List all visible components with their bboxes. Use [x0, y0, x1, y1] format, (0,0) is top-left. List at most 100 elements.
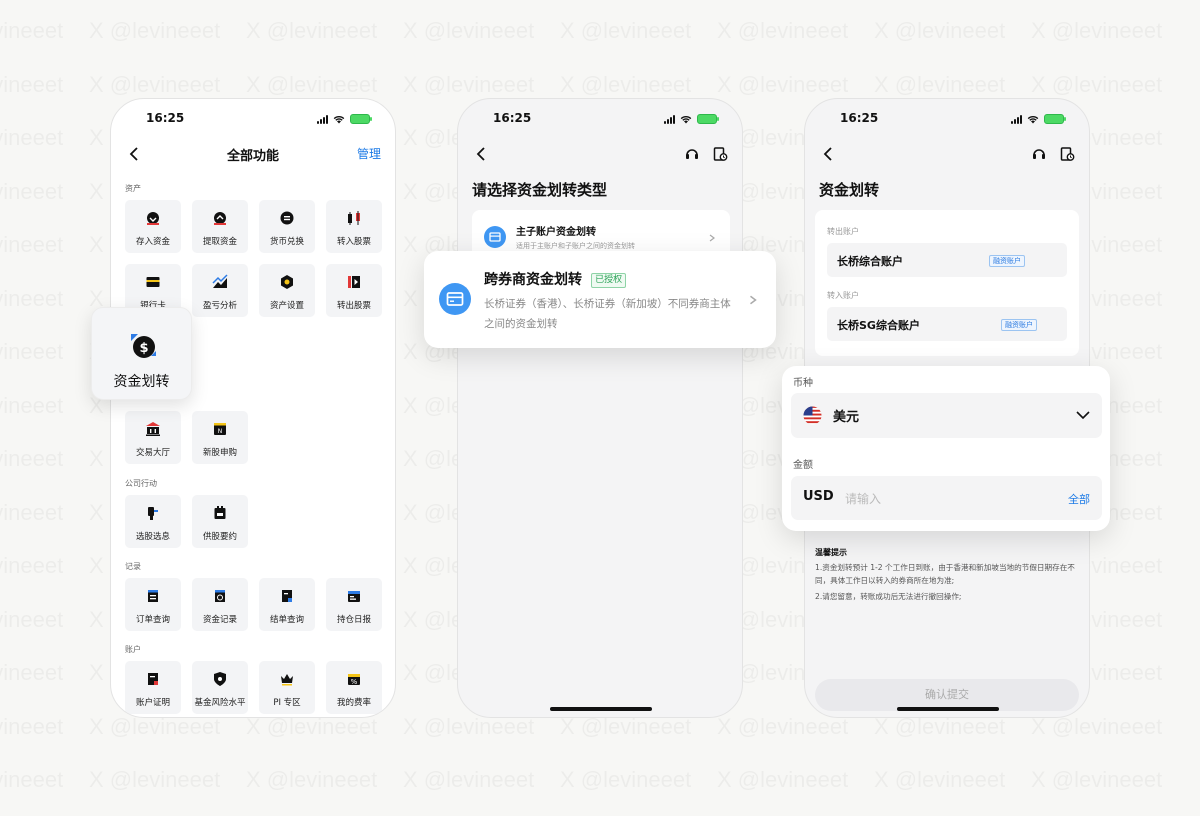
all-amount-button[interactable]: 全部	[1068, 491, 1090, 507]
card-transfer-icon	[484, 226, 506, 248]
status-time: 16:25	[146, 111, 185, 125]
watermark-text: X @levineeet	[874, 18, 1005, 44]
back-icon[interactable]	[474, 146, 490, 162]
option-desc: 长桥证券（香港）、长桥证券（新加坡）不同券商主体之间的资金划转	[484, 298, 731, 330]
status-bar: 16:25	[458, 111, 742, 127]
wifi-icon	[333, 115, 345, 123]
watermark-text: X @levineeet	[1031, 767, 1162, 793]
tile-scrip-option[interactable]: 选股选息	[125, 495, 181, 548]
watermark-text: X @levineeet	[246, 72, 377, 98]
watermark-text: X @levineeet	[403, 72, 534, 98]
chevron-right-icon	[709, 234, 715, 242]
tile-deposit[interactable]: 存入资金	[125, 200, 181, 253]
fund-record-icon	[215, 590, 225, 602]
option-title: 跨券商资金划转	[484, 272, 582, 288]
watermark-text: X @levineeet	[0, 232, 63, 258]
to-account-field[interactable]: 长桥SG综合账户 融资账户	[827, 307, 1067, 341]
watermark-text: X @levineeet	[0, 339, 63, 365]
margin-account-tag: 融资账户	[989, 255, 1025, 267]
tip-2: 2.请您留意，转账成功后无法进行撤回操作;	[815, 592, 962, 601]
watermark-text: X @levineeet	[0, 393, 63, 419]
manage-button[interactable]: 管理	[357, 145, 381, 162]
amount-placeholder[interactable]: 请输入	[845, 490, 881, 507]
tile-stock-out[interactable]: 转出股票	[326, 264, 382, 317]
home-indicator	[550, 707, 652, 711]
status-time: 16:25	[840, 111, 879, 125]
tile-rights-offer[interactable]: 供股要约	[192, 495, 248, 548]
status-time: 16:25	[493, 111, 532, 125]
tile-label: 转出股票	[336, 301, 371, 311]
card-transfer-icon	[439, 283, 471, 315]
highlight-tile-fund-transfer[interactable]: $ 资金划转	[91, 307, 192, 400]
deposit-icon	[147, 212, 159, 225]
tile-pnl-analysis[interactable]: 盈亏分析	[192, 264, 248, 317]
tile-fund-risk-level[interactable]: 基金风险水平	[192, 661, 248, 714]
tile-daily-position-report[interactable]: 持仓日报	[326, 578, 382, 631]
customer-service-icon[interactable]	[684, 146, 700, 162]
tip-1: 1.资金划转预计 1-2 个工作日到账，由于香港和新加坡当地的节假日期存在不同，…	[815, 563, 1075, 585]
battery-icon	[1044, 114, 1066, 124]
tile-ipo[interactable]: N 新股申购	[192, 411, 248, 464]
status-icons	[317, 114, 372, 124]
to-account-name: 长桥SG综合账户	[837, 319, 920, 332]
tile-fund-records[interactable]: 资金记录	[192, 578, 248, 631]
tile-my-rates[interactable]: % 我的费率	[326, 661, 382, 714]
battery-icon	[697, 114, 719, 124]
page-title: 资金划转	[819, 181, 880, 199]
tile-label: 账户证明	[135, 698, 170, 708]
watermark-text: X @levineeet	[246, 767, 377, 793]
battery-icon	[350, 114, 372, 124]
tile-label: 盈亏分析	[202, 301, 237, 311]
watermark-text: X @levineeet	[89, 18, 220, 44]
crown-icon	[281, 674, 293, 686]
history-icon[interactable]	[1059, 146, 1075, 162]
tile-label: 供股要约	[202, 532, 237, 542]
rate-icon: %	[348, 674, 360, 686]
tile-currency-exchange[interactable]: 货币兑换	[259, 200, 315, 253]
currency-value: 美元	[833, 410, 860, 425]
bank-hall-icon	[146, 422, 160, 436]
watermark-text: X @levineeet	[0, 553, 63, 579]
currency-select[interactable]: 美元	[791, 393, 1102, 438]
signal-icon	[664, 114, 675, 124]
wifi-icon	[1027, 115, 1039, 123]
status-bar: 16:25	[111, 111, 395, 127]
history-icon[interactable]	[712, 146, 728, 162]
from-account-field[interactable]: 长桥综合账户 融资账户	[827, 243, 1067, 277]
nav-bar	[805, 143, 1089, 165]
tile-asset-settings[interactable]: 资产设置	[259, 264, 315, 317]
watermark-text: X @levineeet	[0, 767, 63, 793]
signal-icon	[1011, 114, 1022, 124]
tile-statement-query[interactable]: 结单查询	[259, 578, 315, 631]
phone-all-functions: 16:25 全部功能 管理 资产 存入资金 提取资金 货币兑换 转入股票 银行卡…	[110, 98, 396, 718]
home-indicator	[897, 707, 999, 711]
order-icon	[148, 590, 158, 602]
amount-currency: USD	[803, 489, 834, 504]
tile-pi-zone[interactable]: PI 专区	[259, 661, 315, 714]
tile-account-certificate[interactable]: 账户证明	[125, 661, 181, 714]
wifi-icon	[680, 115, 692, 123]
nav-bar	[458, 143, 742, 165]
watermark-text: X @levineeet	[246, 18, 377, 44]
tile-label: 货币兑换	[269, 237, 304, 247]
option-cross-broker-transfer[interactable]: 跨券商资金划转 已授权 长桥证券（香港）、长桥证券（新加坡）不同券商主体之间的资…	[424, 251, 776, 348]
from-account-name: 长桥综合账户	[837, 255, 903, 268]
watermark-text: X @levineeet	[89, 72, 220, 98]
watermark-text: X @levineeet	[717, 72, 848, 98]
signal-icon	[317, 114, 328, 124]
back-icon[interactable]	[821, 146, 837, 162]
tile-label: 资产设置	[269, 301, 304, 311]
tile-stock-in[interactable]: 转入股票	[326, 200, 382, 253]
highlight-tile-label: 资金划转	[113, 374, 170, 390]
watermark-text: X @levineeet	[0, 660, 63, 686]
customer-service-icon[interactable]	[1031, 146, 1047, 162]
to-account-label: 转入账户	[827, 291, 859, 300]
statement-icon	[282, 590, 292, 602]
watermark-text: X @levineeet	[1031, 18, 1162, 44]
tile-withdraw[interactable]: 提取资金	[192, 200, 248, 253]
tile-label: 持仓日报	[336, 615, 371, 625]
tile-order-query[interactable]: 订单查询	[125, 578, 181, 631]
amount-input[interactable]: USD 请输入 全部	[791, 476, 1102, 520]
tile-trading-hall[interactable]: 交易大厅	[125, 411, 181, 464]
from-account-label: 转出账户	[827, 227, 859, 236]
